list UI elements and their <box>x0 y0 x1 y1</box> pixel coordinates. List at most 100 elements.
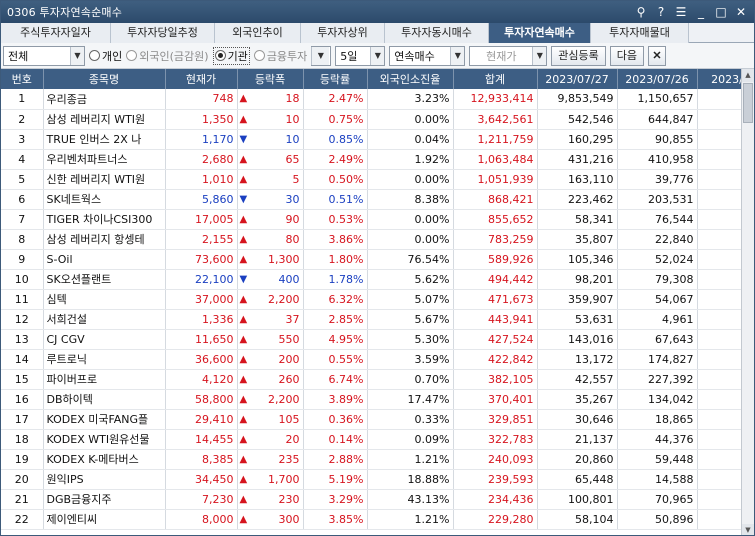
column-header[interactable]: 합계 <box>453 69 538 89</box>
stock-name: TRUE 인버스 2X 나 <box>43 129 166 150</box>
price-select[interactable]: 현재가 ▼ <box>469 45 548 66</box>
table-row[interactable]: 6 SK네트웍스 5,860 ▼ 30 0.51% 8.38% 868,421 223,462 2… <box>1 189 742 210</box>
window-controls: ⚲ ? ☰ _ □ ✕ <box>634 5 754 19</box>
table-row[interactable]: 4 우리벤처파트너스 2,680 ▲ 65 2.49% 1.92% 1,063,484 431,… <box>1 149 742 170</box>
table-row[interactable]: 14 루트로닉 36,600 ▲ 200 0.55% 3.59% 422,842 13,172 1… <box>1 349 742 370</box>
radio-individual[interactable]: 개인 <box>89 48 122 64</box>
table-row[interactable]: 11 심텍 37,000 ▲ 2,200 6.32% 5.07% 471,673 359,907… <box>1 289 742 310</box>
up-triangle-icon: ▲ <box>239 253 248 265</box>
next-button[interactable]: 다음 <box>609 45 645 66</box>
column-header[interactable]: 등락률 <box>303 69 368 89</box>
table-row[interactable]: 10 SK오션플랜트 22,100 ▼ 400 1.78% 5.62% 494,442 98,2… <box>1 269 742 290</box>
column-header[interactable]: 외국인소진율 <box>367 69 454 89</box>
change-amount: ▼ 400 <box>237 269 304 290</box>
current-price: 34,450 <box>165 469 238 490</box>
column-header[interactable]: 2023/07 <box>697 69 742 89</box>
stock-name: 심텍 <box>43 289 166 310</box>
watchlist-button[interactable]: 관심등록 <box>551 45 606 66</box>
mode-select[interactable]: 연속매수 ▼ <box>389 45 466 66</box>
current-price: 5,860 <box>165 189 238 210</box>
up-triangle-icon: ▲ <box>239 373 248 385</box>
sum-total: 240,093 <box>453 449 538 470</box>
table-row[interactable]: 22 제이엔티씨 8,000 ▲ 300 3.85% 1.21% 229,280 58,104 5… <box>1 509 742 530</box>
tab-2[interactable]: 투자자당일추정 <box>111 23 215 43</box>
table-row[interactable]: 20 원익IPS 34,450 ▲ 1,700 5.19% 18.88% 239,593 65,… <box>1 469 742 490</box>
table-row[interactable]: 12 서희건설 1,336 ▲ 37 2.85% 5.67% 443,941 53,631 4,9… <box>1 309 742 330</box>
close-panel-button[interactable]: ✕ <box>648 45 667 66</box>
chevron-down-icon: ▼ <box>450 46 465 65</box>
help-icon[interactable]: ? <box>654 5 668 19</box>
sum-total: 443,941 <box>453 309 538 330</box>
column-header[interactable]: 등락폭 <box>237 69 304 89</box>
table-row[interactable]: 15 파이버프로 4,120 ▲ 260 6.74% 0.70% 382,105 42,557 2… <box>1 369 742 390</box>
radio-financial[interactable]: 금융투자 <box>253 48 307 64</box>
vertical-scrollbar[interactable]: ▲ ▼ <box>741 69 754 535</box>
table-row[interactable]: 16 DB하이텍 58,800 ▲ 2,200 3.89% 17.47% 370,401 35,… <box>1 389 742 410</box>
row-number: 22 <box>1 509 44 530</box>
scroll-up-icon[interactable]: ▲ <box>742 69 754 82</box>
table-row[interactable]: 3 TRUE 인버스 2X 나 1,170 ▼ 10 0.85% 0.04% 1,211,75… <box>1 129 742 150</box>
tab-7[interactable]: 투자자매물대 <box>591 23 689 43</box>
sum-total: 783,259 <box>453 229 538 250</box>
maximize-icon[interactable]: □ <box>714 5 728 19</box>
minimize-icon[interactable]: _ <box>694 5 708 19</box>
radio-foreign[interactable]: 외국인(금감원) <box>126 48 209 64</box>
table-row[interactable]: 21 DGB금융지주 7,230 ▲ 230 3.29% 43.13% 234,436 100,… <box>1 489 742 510</box>
sum-total: 12,933,414 <box>453 89 538 110</box>
period-select[interactable]: 5일 ▼ <box>335 45 386 66</box>
market-select[interactable]: 전체 ▼ <box>3 45 85 66</box>
current-price: 17,005 <box>165 209 238 230</box>
pin-icon[interactable]: ⚲ <box>634 5 648 19</box>
tab-4[interactable]: 투자자상위 <box>301 23 385 43</box>
table-row[interactable]: 19 KODEX K-메타버스 8,385 ▲ 235 2.88% 1.21% 240,093… <box>1 449 742 470</box>
change-amount: ▲ 550 <box>237 329 304 350</box>
column-header[interactable]: 번호 <box>1 69 44 89</box>
tab-5[interactable]: 투자자동시매수 <box>385 23 489 43</box>
daily-value: 1 <box>697 189 742 210</box>
column-header[interactable]: 현재가 <box>165 69 238 89</box>
table-row[interactable]: 13 CJ CGV 11,650 ▲ 550 4.95% 5.30% 427,524 143,0… <box>1 329 742 350</box>
table-row[interactable]: 18 KODEX WTI원유선물 14,455 ▲ 20 0.14% 0.09% 322,78… <box>1 429 742 450</box>
current-price: 58,800 <box>165 389 238 410</box>
change-amount: ▼ 10 <box>237 129 304 150</box>
up-triangle-icon: ▲ <box>239 353 248 365</box>
scroll-down-icon[interactable]: ▼ <box>742 524 754 535</box>
row-number: 16 <box>1 389 44 410</box>
change-rate: 0.51% <box>303 189 368 210</box>
scroll-thumb[interactable] <box>743 83 753 123</box>
daily-value: 174,827 <box>617 349 698 370</box>
change-rate: 3.89% <box>303 389 368 410</box>
change-rate: 1.80% <box>303 249 368 270</box>
table-row[interactable]: 17 KODEX 미국FANG플 29,410 ▲ 105 0.36% 0.33% 329,8… <box>1 409 742 430</box>
tab-6[interactable]: 투자자연속매수 <box>489 23 591 43</box>
change-amount-value: 80 <box>285 232 300 246</box>
change-amount-value: 1,300 <box>268 252 300 266</box>
table-row[interactable]: 7 TIGER 차이나CSI300 17,005 ▲ 90 0.53% 0.00% 855,6… <box>1 209 742 230</box>
tab-1[interactable]: 주식투자자일자 <box>1 23 111 43</box>
table-row[interactable]: 9 S-Oil 73,600 ▲ 1,300 1.80% 76.54% 589,926 105,… <box>1 249 742 270</box>
table-row[interactable]: 8 삼성 레버리지 항셍테 2,155 ▲ 80 3.86% 0.00% 783,259 35,… <box>1 229 742 250</box>
sum-total: 1,211,759 <box>453 129 538 150</box>
daily-value: 14,588 <box>617 469 698 490</box>
column-header[interactable]: 2023/07/26 <box>617 69 698 89</box>
up-triangle-icon: ▲ <box>239 93 248 104</box>
sum-total: 1,063,484 <box>453 149 538 170</box>
window-title: 0306 투자자연속순매수 <box>7 6 123 19</box>
stock-name: 삼성 레버리지 항셍테 <box>43 229 166 250</box>
close-icon[interactable]: ✕ <box>734 5 748 19</box>
mode-select-value: 연속매수 <box>394 49 435 63</box>
table-row[interactable]: 5 신한 레버리지 WTI원 1,010 ▲ 5 0.50% 0.00% 1,051,939 1… <box>1 169 742 190</box>
column-header[interactable]: 종목명 <box>43 69 166 89</box>
investor-select-arrow[interactable]: ▼ <box>311 45 332 66</box>
change-amount-value: 65 <box>285 152 300 166</box>
foreign-ratio: 1.21% <box>367 509 454 530</box>
table-row[interactable]: 2 삼성 레버리지 WTI원 1,350 ▲ 10 0.75% 0.00% 3,642,561… <box>1 109 742 130</box>
current-price: 11,650 <box>165 329 238 350</box>
settings-icon[interactable]: ☰ <box>674 5 688 19</box>
column-header[interactable]: 2023/07/27 <box>537 69 618 89</box>
radio-circle <box>214 50 226 61</box>
tab-3[interactable]: 외국인추이 <box>215 23 301 43</box>
radio-institution[interactable]: 기관 <box>212 46 250 65</box>
daily-value: 35,267 <box>537 389 618 410</box>
table-row[interactable]: 1 우리종금 748 ▲ 18 2.47% 3.23% 12,933,414 9,853,549… <box>1 89 742 110</box>
